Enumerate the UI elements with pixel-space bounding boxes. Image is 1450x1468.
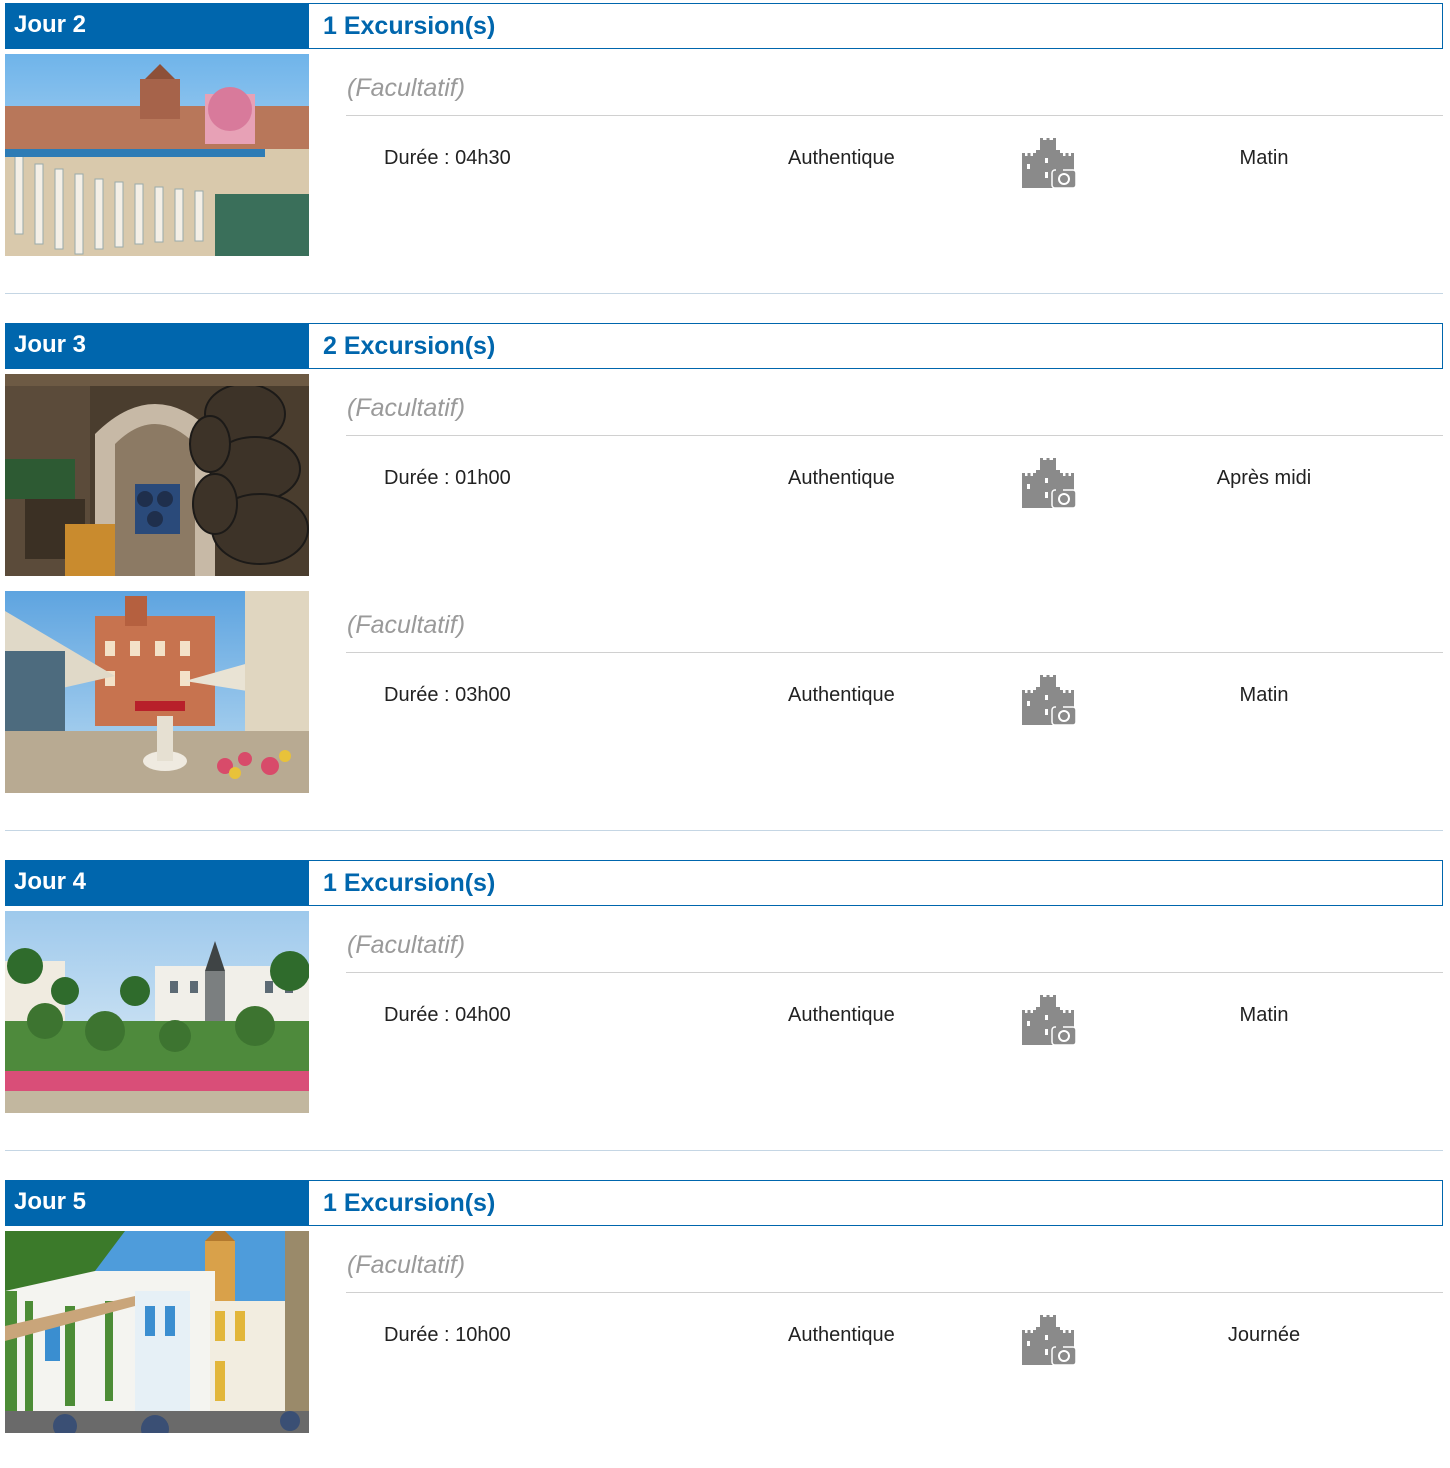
castle-camera-icon: [1022, 675, 1077, 726]
excursion-item[interactable]: (Facultatif) Durée : 03h00 Authentique M…: [5, 591, 1443, 793]
divider: [346, 1292, 1443, 1293]
excursion-photo[interactable]: [5, 1231, 309, 1433]
moment-text: Matin: [1239, 684, 1289, 706]
day-block-5: Jour 5 1 Excursion(s) (Facultatif) Durée…: [5, 1180, 1443, 1433]
duration-text: Durée : 10h00: [384, 1324, 511, 1346]
excursion-item[interactable]: (Facultatif) Durée : 10h00 Authentique J…: [5, 1231, 1443, 1433]
day-header: Jour 4 1 Excursion(s): [5, 860, 1443, 906]
type-text: Authentique: [788, 467, 895, 489]
excursion-item[interactable]: (Facultatif) Durée : 04h00 Authentique M…: [5, 911, 1443, 1113]
excursion-photo[interactable]: [5, 374, 309, 576]
excursion-item[interactable]: (Facultatif) Durée : 01h00 Authentique A…: [5, 374, 1443, 576]
moment-text: Matin: [1239, 147, 1289, 169]
castle-camera-icon: [1022, 138, 1077, 189]
facultatif-label: (Facultatif): [347, 1251, 466, 1279]
excursion-photo[interactable]: [5, 54, 309, 256]
day-header: Jour 3 2 Excursion(s): [5, 323, 1443, 369]
type-text: Authentique: [788, 147, 895, 169]
divider: [346, 435, 1443, 436]
castle-camera-icon: [1022, 995, 1077, 1046]
duration-text: Durée : 03h00: [384, 684, 511, 706]
day-block-3: Jour 3 2 Excursion(s) (Facultatif) Durée…: [5, 323, 1443, 793]
duration-text: Durée : 01h00: [384, 467, 511, 489]
day-header: Jour 5 1 Excursion(s): [5, 1180, 1443, 1226]
day-block-4: Jour 4 1 Excursion(s) (Facultatif) Durée…: [5, 860, 1443, 1113]
excursion-count[interactable]: 1 Excursion(s): [309, 1180, 1443, 1226]
type-text: Authentique: [788, 1004, 895, 1026]
type-text: Authentique: [788, 684, 895, 706]
day-label: Jour 5: [5, 1180, 309, 1226]
moment-text: Journée: [1227, 1324, 1301, 1346]
day-separator: [5, 830, 1443, 831]
facultatif-label: (Facultatif): [347, 394, 466, 422]
facultatif-label: (Facultatif): [347, 931, 466, 959]
duration-text: Durée : 04h00: [384, 1004, 511, 1026]
day-label: Jour 2: [5, 3, 309, 49]
castle-camera-icon: [1022, 458, 1077, 509]
divider: [346, 115, 1443, 116]
divider: [346, 972, 1443, 973]
facultatif-label: (Facultatif): [347, 74, 466, 102]
duration-text: Durée : 04h30: [384, 147, 511, 169]
day-separator: [5, 293, 1443, 294]
day-separator: [5, 1150, 1443, 1151]
excursion-photo[interactable]: [5, 911, 309, 1113]
day-label: Jour 3: [5, 323, 309, 369]
day-header: Jour 2 1 Excursion(s): [5, 3, 1443, 49]
excursion-count[interactable]: 1 Excursion(s): [309, 860, 1443, 906]
excursion-count[interactable]: 1 Excursion(s): [309, 3, 1443, 49]
facultatif-label: (Facultatif): [347, 611, 466, 639]
moment-text: Après midi: [1216, 467, 1312, 489]
day-block-2: Jour 2 1 Excursion(s) (Facultatif) Durée…: [5, 3, 1443, 256]
divider: [346, 652, 1443, 653]
type-text: Authentique: [788, 1324, 895, 1346]
moment-text: Matin: [1239, 1004, 1289, 1026]
day-label: Jour 4: [5, 860, 309, 906]
excursion-item[interactable]: (Facultatif) Durée : 04h30 Authentique M…: [5, 54, 1443, 256]
castle-camera-icon: [1022, 1315, 1077, 1366]
excursion-count[interactable]: 2 Excursion(s): [309, 323, 1443, 369]
excursion-photo[interactable]: [5, 591, 309, 793]
